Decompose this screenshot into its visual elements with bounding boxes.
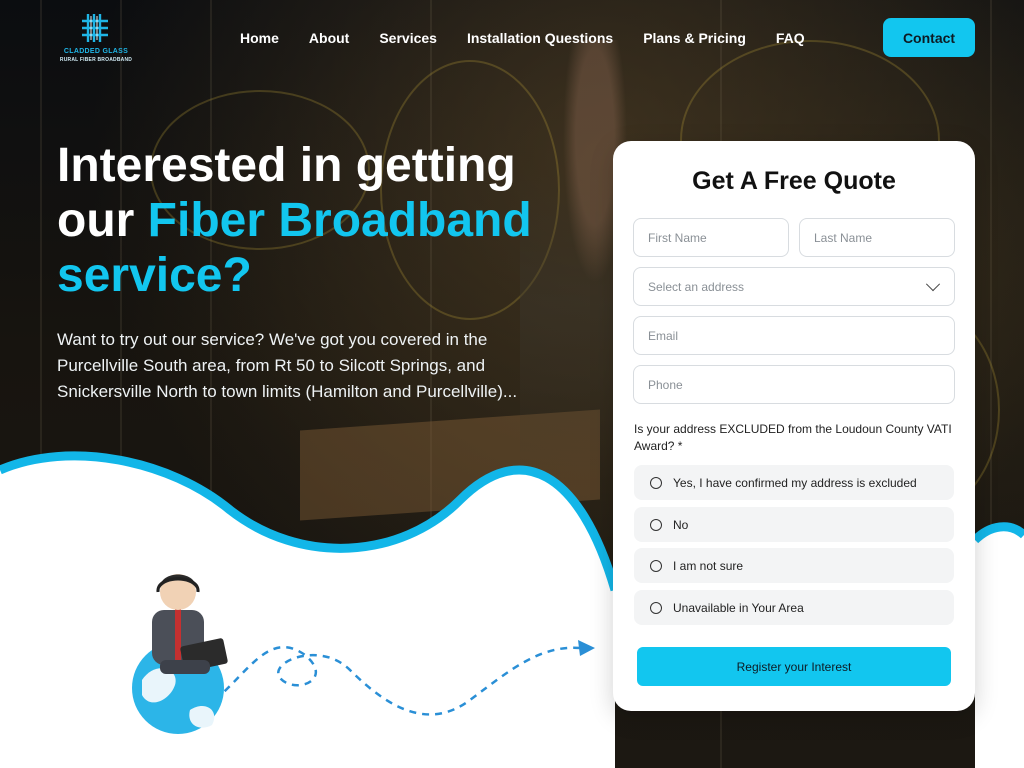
hero-description: Want to try out our service? We've got y… (57, 330, 518, 401)
brand-logo[interactable]: CLADDED GLASS RURAL FIBER BROADBAND (58, 12, 134, 64)
option-unavailable[interactable]: Unavailable in Your Area (634, 590, 954, 625)
option-label: Yes, I have confirmed my address is excl… (673, 475, 917, 490)
phone-field[interactable]: Phone (633, 365, 955, 404)
option-label: Unavailable in Your Area (673, 600, 804, 615)
support-agent-on-globe-icon (132, 574, 595, 734)
nav-home[interactable]: Home (240, 30, 279, 46)
register-interest-button[interactable]: Register your Interest (637, 647, 951, 686)
fiber-grid-logo-icon (82, 14, 108, 42)
vati-question-label: Is your address EXCLUDED from the Loudou… (634, 422, 952, 453)
main-nav: Home About Services Installation Questio… (240, 30, 835, 46)
last-name-field[interactable]: Last Name (799, 218, 955, 257)
option-not-sure[interactable]: I am not sure (634, 548, 954, 583)
address-select[interactable]: Select an address (633, 267, 955, 306)
option-label: I am not sure (673, 558, 744, 573)
hero-title: Interested in getting our Fiber Broadban… (57, 138, 577, 303)
radio-circle-icon[interactable] (650, 476, 662, 489)
radio-circle-icon[interactable] (650, 601, 662, 614)
nav-about[interactable]: About (309, 30, 349, 46)
contact-button[interactable]: Contact (883, 18, 975, 57)
nav-faq[interactable]: FAQ (776, 30, 805, 46)
first-name-field[interactable]: First Name (633, 218, 789, 257)
nav-services[interactable]: Services (379, 30, 437, 46)
quote-form-card: Get A Free Quote First Name Last Name Se… (613, 141, 975, 711)
option-no[interactable]: No (634, 507, 954, 542)
nav-plans-pricing[interactable]: Plans & Pricing (643, 30, 746, 46)
quote-form-title: Get A Free Quote (692, 167, 896, 195)
email-field[interactable]: Email (633, 316, 955, 355)
brand-name-line2: RURAL FIBER BROADBAND (59, 57, 133, 63)
nav-installation-questions[interactable]: Installation Questions (467, 30, 613, 46)
address-select-placeholder: Select an address (648, 279, 745, 294)
radio-circle-icon[interactable] (650, 559, 662, 572)
option-label: No (673, 517, 689, 532)
radio-circle-icon[interactable] (650, 518, 662, 531)
option-confirmed-excluded[interactable]: Yes, I have confirmed my address is excl… (634, 465, 954, 500)
brand-name-line1: CLADDED GLASS (63, 48, 129, 55)
chevron-down-icon (925, 276, 941, 291)
